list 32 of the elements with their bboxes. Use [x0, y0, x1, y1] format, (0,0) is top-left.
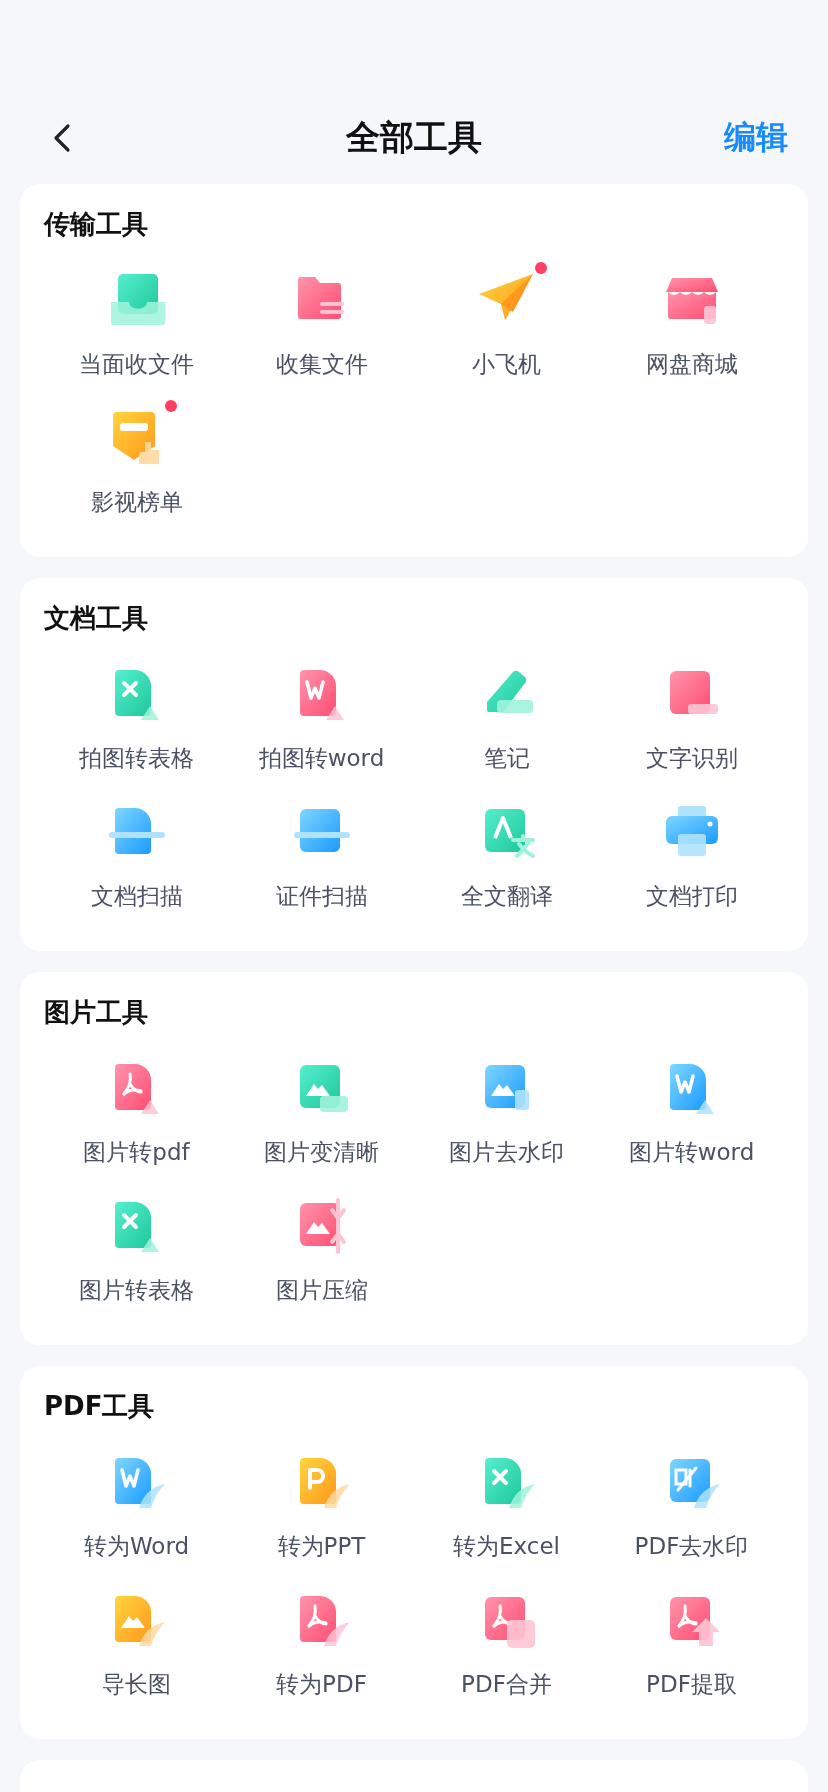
tool-label[interactable]: 图片变清晰 — [264, 1136, 379, 1168]
page-title: 全部工具 — [346, 116, 482, 159]
tool-label[interactable]: 图片转pdf — [83, 1136, 190, 1168]
section-title: 文档工具 — [44, 602, 149, 635]
tool-label[interactable]: PDF合并 — [461, 1668, 552, 1700]
tool-label[interactable]: 笔记 — [483, 742, 530, 774]
tool-label[interactable]: 图片压缩 — [275, 1274, 368, 1306]
tool-label[interactable]: 转为Excel — [453, 1530, 560, 1562]
tool-label[interactable]: 证件扫描 — [275, 880, 368, 912]
tool-label[interactable]: 导长图 — [102, 1668, 171, 1700]
tool-label[interactable]: 小飞机 — [472, 348, 541, 380]
tool-label[interactable]: 影视榜单 — [90, 486, 183, 518]
tool-label[interactable]: 转为Word — [83, 1530, 190, 1562]
section-title: 图片工具 — [44, 996, 149, 1029]
tool-label[interactable]: 网盘商城 — [645, 348, 738, 380]
tool-label[interactable]: 图片转表格 — [79, 1274, 194, 1306]
section-title: PDF工具 — [44, 1390, 156, 1423]
tool-label[interactable]: 转为PPT — [277, 1530, 366, 1562]
tool-label[interactable]: 转为PDF — [276, 1668, 367, 1700]
tool-label[interactable]: PDF提取 — [646, 1668, 737, 1700]
tool-label[interactable]: 图片去水印 — [449, 1136, 564, 1168]
tool-label[interactable]: 文档扫描 — [90, 880, 183, 912]
tool-label[interactable]: 拍图转word — [258, 742, 385, 774]
tool-label[interactable]: 收集文件 — [275, 348, 368, 380]
tool-label[interactable]: 全文翻译 — [460, 880, 553, 912]
tool-label[interactable]: 当面收文件 — [79, 348, 194, 380]
tool-label[interactable]: 图片转word — [628, 1136, 755, 1168]
tool-label[interactable]: PDF去水印 — [634, 1530, 749, 1562]
section-title: 传输工具 — [44, 208, 149, 241]
tool-label[interactable]: 文字识别 — [645, 742, 738, 774]
tool-label[interactable]: 拍图转表格 — [79, 742, 194, 774]
tool-label[interactable]: 文档打印 — [645, 880, 738, 912]
